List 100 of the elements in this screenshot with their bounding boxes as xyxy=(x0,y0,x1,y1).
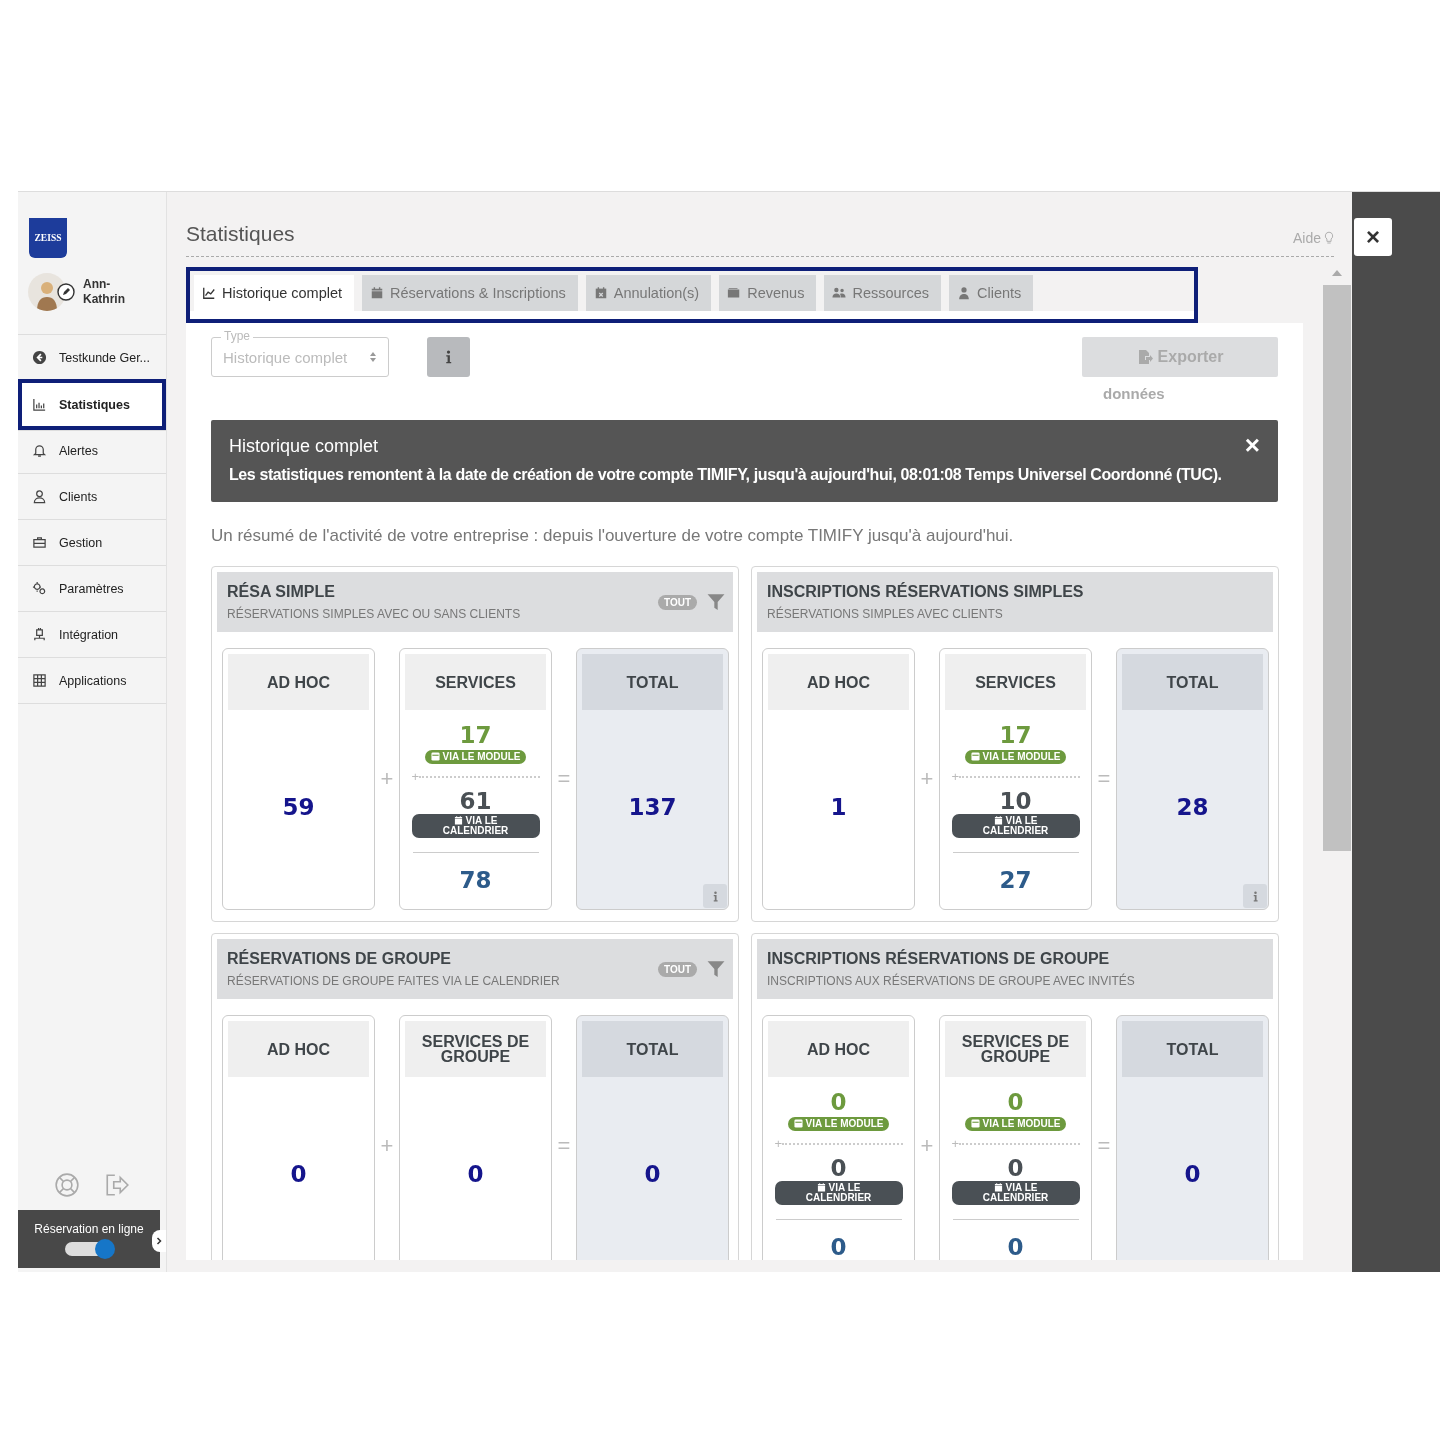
count: 0 xyxy=(644,1161,661,1187)
card-title: INSCRIPTIONS RÉSERVATIONS DE GROUPE xyxy=(767,950,1111,968)
count: 0 xyxy=(290,1161,307,1187)
module-badge: VIA LE MODULE xyxy=(787,1116,890,1131)
operator-sign: = xyxy=(556,1133,572,1159)
sidebar-item[interactable]: Gestion xyxy=(18,520,166,566)
operator-sign: + xyxy=(379,1133,395,1159)
module-count: 0 xyxy=(1007,1088,1024,1115)
calendar-icon xyxy=(993,1182,1003,1192)
info-button[interactable] xyxy=(1243,884,1267,908)
user-name: Ann-Kathrin xyxy=(83,277,126,307)
column-heading: AD HOC xyxy=(228,1021,369,1077)
chevron-icon xyxy=(154,1236,164,1246)
alert-title: Historique complet xyxy=(229,436,380,457)
sidebar-item[interactable]: Applications xyxy=(18,658,166,704)
intro-text: Un résumé de l'activité de votre entreprise : depuis l'ouverture de votre compte TIMIFY jusqu'à aujourd'hui. xyxy=(211,526,1015,546)
count: 0 xyxy=(467,1161,484,1187)
total-count: 0 xyxy=(830,1233,847,1260)
card-subtitle: RÉSERVATIONS SIMPLES AVEC OU SANS CLIENTS xyxy=(227,607,522,621)
card-subtitle: RÉSERVATIONS SIMPLES AVEC CLIENTS xyxy=(767,607,1004,621)
operator-sign: + xyxy=(919,1133,935,1159)
filter-icon[interactable] xyxy=(707,593,725,611)
module-count: 17 xyxy=(459,721,492,748)
edit-icon[interactable] xyxy=(57,283,75,301)
column-heading: SERVICES xyxy=(945,654,1086,710)
plus-sign: + xyxy=(411,771,420,782)
column-heading: AD HOC xyxy=(228,654,369,710)
column-heading: SERVICES DE GROUPE xyxy=(945,1021,1086,1077)
calendar-icon xyxy=(993,815,1003,825)
alert-text: Les statistiques remontent à la date de création de votre compte TIMIFY, jusqu'à aujourd'hui, 08:01:08 Temps Universel Coordonné (TUC). xyxy=(229,466,1223,484)
operator-sign: = xyxy=(556,766,572,792)
operator-sign: = xyxy=(1096,766,1112,792)
calendar-badge: VIA LE CALENDRIER xyxy=(951,1180,1080,1205)
calendar-icon xyxy=(370,286,385,300)
bell-icon xyxy=(32,443,47,458)
column-heading: SERVICES DE GROUPE xyxy=(405,1021,546,1077)
export-icon xyxy=(1136,349,1153,365)
module-badge: VIA LE MODULE xyxy=(964,1116,1067,1131)
avatar[interactable] xyxy=(28,273,66,311)
gears-icon xyxy=(32,581,47,596)
total-count: 78 xyxy=(459,866,492,893)
card-title: RÉSERVATIONS DE GROUPE xyxy=(227,950,453,968)
sort-arrows-icon xyxy=(369,351,377,363)
info-button[interactable] xyxy=(703,884,727,908)
sidebar-item[interactable]: Paramètres xyxy=(18,566,166,612)
sidebar-item[interactable]: Alertes xyxy=(18,428,166,474)
window-icon xyxy=(793,1119,803,1128)
sidebar-item[interactable]: Clients xyxy=(18,474,166,520)
info-icon xyxy=(711,889,719,903)
card-subtitle: RÉSERVATIONS DE GROUPE FAITES VIA LE CALENDRIER xyxy=(227,974,561,988)
column-heading: AD HOC xyxy=(768,654,909,710)
card-subtitle: INSCRIPTIONS AUX RÉSERVATIONS DE GROUPE AVEC INVITÉS xyxy=(767,974,1136,988)
plus-sign: + xyxy=(774,1138,783,1149)
column-heading: AD HOC xyxy=(768,1021,909,1077)
tab[interactable]: Historique complet xyxy=(194,275,355,311)
column-heading: TOTAL xyxy=(1122,1021,1263,1077)
users-icon xyxy=(832,286,847,300)
scroll-up-icon[interactable] xyxy=(1331,269,1343,277)
calendar-count: 10 xyxy=(999,787,1032,814)
close-button[interactable]: × xyxy=(1244,436,1260,454)
window-icon xyxy=(970,752,980,761)
card-title: INSCRIPTIONS RÉSERVATIONS SIMPLES xyxy=(767,583,1085,601)
card-title: RÉSA SIMPLE xyxy=(227,583,336,601)
window-icon xyxy=(430,752,440,761)
calendar-icon xyxy=(453,815,463,825)
plus-sign: + xyxy=(951,771,960,782)
calendar-icon xyxy=(816,1182,826,1192)
count: 1 xyxy=(830,794,847,820)
module-badge: VIA LE MODULE xyxy=(964,749,1067,764)
line-chart-icon xyxy=(202,286,216,300)
bar-chart-icon xyxy=(32,397,47,412)
sidebar-item[interactable]: Intégration xyxy=(18,612,166,658)
toggle-switch[interactable] xyxy=(65,1242,113,1256)
logout-icon[interactable] xyxy=(104,1172,130,1198)
module-count: 17 xyxy=(999,721,1032,748)
count: 137 xyxy=(628,794,677,820)
info-button[interactable] xyxy=(427,337,470,377)
column-heading: TOTAL xyxy=(1122,654,1263,710)
briefcase-icon xyxy=(32,535,47,550)
operator-sign: + xyxy=(379,766,395,792)
total-count: 27 xyxy=(999,866,1032,893)
plug-icon xyxy=(32,627,47,642)
calendar-count: 0 xyxy=(830,1154,847,1181)
filter-icon[interactable] xyxy=(707,960,725,978)
column-heading: TOTAL xyxy=(582,654,723,710)
export-sublabel: données xyxy=(1103,385,1166,402)
sidebar-item[interactable]: Statistiques xyxy=(18,379,166,431)
logo: ZEISS xyxy=(29,218,67,258)
collapse-handle[interactable] xyxy=(152,1230,166,1252)
lightbulb-icon xyxy=(1324,231,1334,245)
total-count: 0 xyxy=(1007,1233,1024,1260)
count: 28 xyxy=(1176,794,1209,820)
calendar-badge: VIA LE CALENDRIER xyxy=(951,813,1080,838)
plus-sign: + xyxy=(951,1138,960,1149)
info-icon xyxy=(444,349,453,365)
grid-icon xyxy=(32,673,47,688)
lifebuoy-icon[interactable] xyxy=(54,1172,80,1198)
close-button[interactable]: × xyxy=(1354,218,1392,256)
count: 59 xyxy=(282,794,315,820)
module-count: 0 xyxy=(830,1088,847,1115)
